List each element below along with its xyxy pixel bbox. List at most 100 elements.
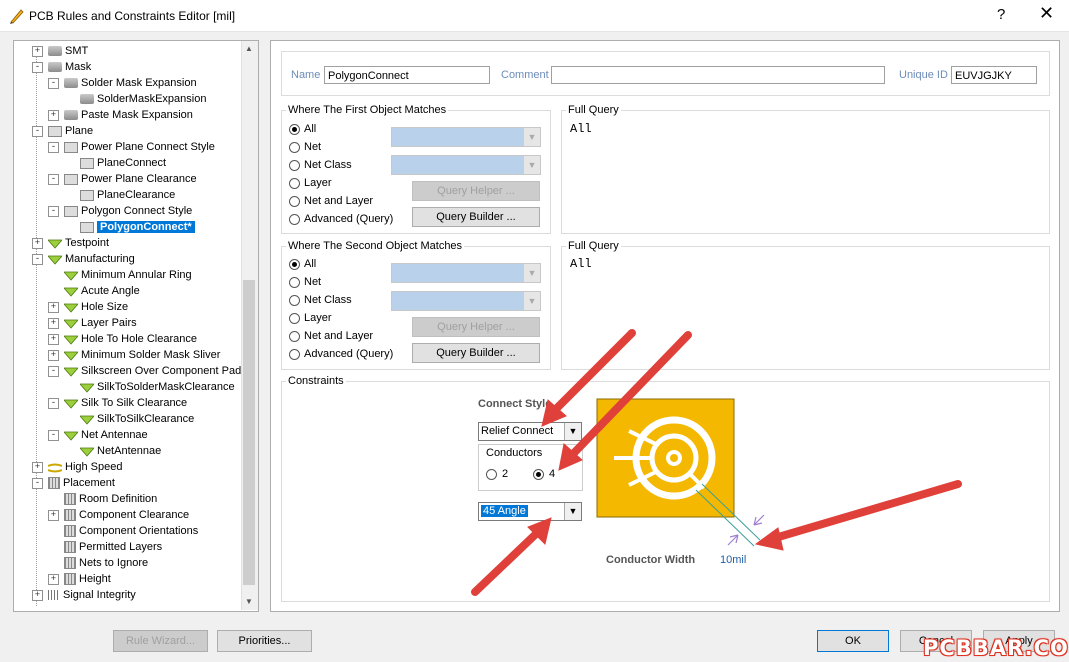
first-option-radio[interactable] <box>289 178 300 189</box>
tree-expander-icon[interactable]: - <box>48 78 59 89</box>
tree-item[interactable]: Room Definition <box>64 491 157 507</box>
tree-expander-icon[interactable]: + <box>48 350 59 361</box>
tree-expander-icon[interactable]: - <box>48 142 59 153</box>
tree-item[interactable]: Power Plane Clearance <box>64 171 197 187</box>
first-query-builder-button[interactable]: Query Builder ... <box>412 207 540 227</box>
watermark-logo: PCBBAR.COM <box>923 636 1069 660</box>
rules-tree[interactable]: + SMT - Mask - Solder Mask Expansion SolderMas… <box>13 40 259 612</box>
tree-item[interactable]: Permitted Layers <box>64 539 162 555</box>
tree-item[interactable]: Nets to Ignore <box>64 555 148 571</box>
conductors-2-radio[interactable] <box>486 469 497 480</box>
scroll-down-icon[interactable]: ▼ <box>245 597 253 606</box>
first-option-radio[interactable] <box>289 124 300 135</box>
tree-item-label: Minimum Solder Mask Sliver <box>81 349 221 361</box>
tree-item[interactable]: PlaneConnect <box>80 155 166 171</box>
plane-icon <box>48 125 62 137</box>
tree-expander-icon[interactable]: + <box>32 462 43 473</box>
rule-icon <box>63 430 79 441</box>
tree-item[interactable]: Net Antennae <box>63 427 148 443</box>
tree-expander-icon[interactable]: - <box>48 206 59 217</box>
tree-item-label: Height <box>79 573 111 585</box>
rule-icon <box>63 302 79 313</box>
tree-expander-icon[interactable]: + <box>48 574 59 585</box>
conductors-4-label: 4 <box>549 468 556 480</box>
tree-expander-icon[interactable]: - <box>32 254 43 265</box>
tree-item[interactable]: Hole Size <box>63 299 128 315</box>
tree-item[interactable]: Silkscreen Over Component Pads <box>63 363 247 379</box>
grid-icon <box>64 493 76 506</box>
tree-item[interactable]: PolygonConnect* <box>80 219 195 235</box>
tree-item[interactable]: Paste Mask Expansion <box>64 107 193 123</box>
first-option-radio[interactable] <box>289 160 300 171</box>
tree-expander-icon[interactable]: - <box>48 366 59 377</box>
second-option-radio[interactable] <box>289 313 300 324</box>
tree-expander-icon[interactable]: + <box>48 302 59 313</box>
tree-expander-icon[interactable]: - <box>32 478 43 489</box>
tree-expander-icon[interactable]: - <box>48 430 59 441</box>
second-full-query-text: All <box>570 257 592 271</box>
tree-item[interactable]: Hole To Hole Clearance <box>63 331 197 347</box>
tree-item[interactable]: Component Clearance <box>64 507 189 523</box>
tree-item[interactable]: Power Plane Connect Style <box>64 139 215 155</box>
connect-style-select[interactable]: Relief Connect ▼ <box>478 422 582 441</box>
tree-item[interactable]: Testpoint <box>47 235 109 251</box>
tree-item[interactable]: Acute Angle <box>63 283 140 299</box>
priorities-button[interactable]: Priorities... <box>217 630 312 652</box>
tree-expander-icon[interactable]: - <box>32 62 43 73</box>
name-input[interactable]: PolygonConnect <box>324 66 490 84</box>
tree-item[interactable]: Signal Integrity <box>48 587 136 603</box>
tree-item[interactable]: Solder Mask Expansion <box>64 75 197 91</box>
tree-item[interactable]: Component Orientations <box>64 523 198 539</box>
unique-id-input[interactable]: EUVJGJKY <box>951 66 1037 84</box>
second-option-radio[interactable] <box>289 277 300 288</box>
width-arrow-icon <box>727 534 739 546</box>
tree-item[interactable]: Placement <box>48 475 115 491</box>
second-option-radio[interactable] <box>289 259 300 270</box>
tree-item[interactable]: PlaneClearance <box>80 187 175 203</box>
second-netclass-combo: ▼ <box>391 291 541 311</box>
tree-item[interactable]: High Speed <box>47 459 123 475</box>
angle-select[interactable]: 45 Angle ▼ <box>478 502 582 521</box>
second-option-radio[interactable] <box>289 331 300 342</box>
tree-item[interactable]: SilkToSolderMaskClearance <box>79 379 235 395</box>
rule-icon <box>63 286 79 297</box>
tree-expander-icon[interactable]: + <box>48 110 59 121</box>
tree-item[interactable]: SolderMaskExpansion <box>80 91 206 107</box>
close-button[interactable]: ✕ <box>1039 3 1054 24</box>
tree-item-label: High Speed <box>65 461 123 473</box>
tree-item[interactable]: SMT <box>48 43 88 59</box>
tree-item[interactable]: Layer Pairs <box>63 315 137 331</box>
second-option-radio[interactable] <box>289 349 300 360</box>
tree-item[interactable]: Minimum Solder Mask Sliver <box>63 347 221 363</box>
tree-item[interactable]: Height <box>64 571 111 587</box>
tree-expander-icon[interactable]: - <box>48 398 59 409</box>
ok-button[interactable]: OK <box>817 630 889 652</box>
tree-item[interactable]: Mask <box>48 59 91 75</box>
tree-scroll-thumb[interactable] <box>243 280 255 585</box>
tree-item[interactable]: Plane <box>48 123 93 139</box>
first-option-radio[interactable] <box>289 214 300 225</box>
tree-item[interactable]: Silk To Silk Clearance <box>63 395 187 411</box>
chevron-down-icon: ▼ <box>524 292 540 310</box>
conductors-4-radio[interactable] <box>533 469 544 480</box>
tree-expander-icon[interactable]: + <box>32 46 43 57</box>
first-option-radio[interactable] <box>289 142 300 153</box>
scroll-up-icon[interactable]: ▲ <box>245 44 253 53</box>
tree-expander-icon[interactable]: + <box>48 334 59 345</box>
tree-item[interactable]: Minimum Annular Ring <box>63 267 192 283</box>
tree-expander-icon[interactable]: - <box>48 174 59 185</box>
tree-item[interactable]: Manufacturing <box>47 251 135 267</box>
tree-expander-icon[interactable]: + <box>48 318 59 329</box>
tree-item[interactable]: SilkToSilkClearance <box>79 411 194 427</box>
tree-expander-icon[interactable]: + <box>32 238 43 249</box>
tree-expander-icon[interactable]: + <box>48 510 59 521</box>
first-option-radio[interactable] <box>289 196 300 207</box>
tree-expander-icon[interactable]: - <box>32 126 43 137</box>
second-option-radio[interactable] <box>289 295 300 306</box>
second-query-builder-button[interactable]: Query Builder ... <box>412 343 540 363</box>
comment-input[interactable] <box>551 66 885 84</box>
tree-expander-icon[interactable]: + <box>32 590 43 601</box>
tree-item[interactable]: Polygon Connect Style <box>64 203 192 219</box>
help-button[interactable]: ? <box>997 6 1005 23</box>
tree-item[interactable]: NetAntennae <box>79 443 161 459</box>
